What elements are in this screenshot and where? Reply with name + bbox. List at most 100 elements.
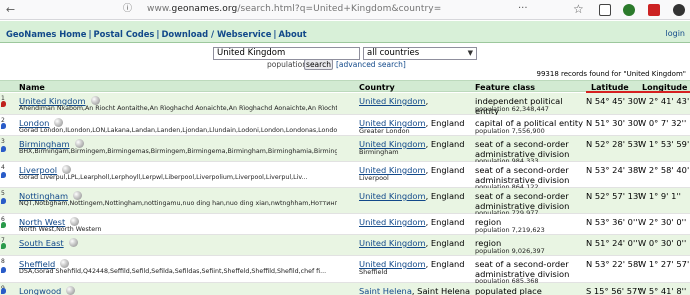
map-marker-icon[interactable] (1, 101, 6, 107)
country-select[interactable]: all countries ▼ (363, 47, 477, 60)
longitude-value: W 5° 41' 8'' (638, 286, 687, 295)
country-link[interactable]: United Kingdom (359, 96, 426, 106)
latitude-value: N 54° 45' 30'' (586, 96, 643, 106)
alternate-names: BHX,Birmingam,Birmingem,Birmingemas,Birm… (19, 148, 337, 155)
map-marker-icon[interactable] (1, 222, 6, 228)
photo-icon[interactable] (54, 118, 64, 127)
browser-toolbar: ← ⓘ www.geonames.org/search.html?q=Unite… (0, 0, 690, 20)
advanced-search-link[interactable]: [advanced search] (336, 60, 406, 69)
country-suffix: , England (425, 238, 465, 248)
row-number: 3 (1, 138, 5, 145)
search-input[interactable]: United Kingdom (213, 47, 360, 60)
extension-icon[interactable] (623, 4, 635, 16)
feature-class: seat of a second-order administrative di… (475, 191, 570, 211)
alternate-names: North West,North Western (19, 226, 102, 233)
country-link[interactable]: United Kingdom (359, 238, 426, 248)
nav-link-download[interactable]: Download / Webservice (161, 29, 271, 39)
photo-icon[interactable] (60, 259, 70, 268)
map-marker-icon[interactable] (1, 123, 6, 129)
photo-icon[interactable] (66, 286, 76, 295)
place-name-link[interactable]: Longwood (19, 286, 76, 295)
country-select-value: all countries (367, 48, 420, 58)
back-arrow-icon[interactable]: ← (4, 3, 17, 16)
row-number: 5 (1, 190, 5, 197)
country-suffix: , England (425, 217, 465, 227)
map-marker-icon[interactable] (1, 243, 6, 249)
country-suffix: , England (425, 118, 465, 128)
nav-link-home[interactable]: GeoNames Home (6, 29, 86, 39)
place-name: South East (19, 238, 64, 248)
alternate-names: NQT,Notbgham,Nottingem,Nottingham,nottin… (19, 200, 337, 207)
nav-link-about[interactable]: About (278, 29, 306, 39)
nav-separator: | (156, 29, 160, 39)
nav-link-postal-codes[interactable]: Postal Codes (94, 29, 155, 39)
population: population 7,219,623 (475, 226, 545, 234)
country-suffix: , (425, 96, 429, 106)
latitude-value: N 52° 57' 13'' (586, 191, 643, 201)
country-link[interactable]: United Kingdom (359, 191, 426, 201)
country-suffix: , England (425, 259, 465, 269)
extension-shield-icon[interactable] (648, 4, 660, 16)
longitude-value: W 1° 27' 57'' (638, 259, 690, 269)
table-row: 7 South East United Kingdom, England region… (0, 235, 690, 256)
map-marker-icon[interactable] (1, 267, 6, 273)
table-row: 6 North West North West,North Western Unite… (0, 214, 690, 235)
admin-division: Liverpool (359, 174, 389, 182)
country-link[interactable]: Saint Helena (359, 286, 412, 295)
nav-separator: | (273, 29, 277, 39)
photo-icon[interactable] (70, 217, 80, 226)
site-info-icon[interactable]: ⓘ (121, 3, 134, 16)
table-row: 4 Liverpool Gorad Liverpul,LPL,Learpholl,L… (0, 162, 690, 191)
extension-icon[interactable] (599, 4, 611, 16)
country-link[interactable]: United Kingdom (359, 217, 426, 227)
table-row: 9LongwoodSaint Helena, Saint Helenapopul… (0, 283, 690, 295)
population: population 9,026,397 (475, 247, 545, 255)
country-cell: United Kingdom, (359, 96, 428, 106)
longitude-value: W 2° 41' 43'' (638, 96, 690, 106)
photo-icon[interactable] (73, 191, 83, 200)
table-row: 5 Nottingham NQT,Notbgham,Nottingem,Nottin… (0, 188, 690, 217)
feature-class: seat of a second-order administrative di… (475, 139, 570, 159)
table-row: 8 Sheffield DSA,Gorad Shehfild,Q42448,Seff… (0, 256, 690, 285)
nav-links: GeoNames Home | Postal Codes | Download / We… (6, 29, 307, 39)
map-marker-icon[interactable] (1, 172, 6, 178)
admin-division: Greater London (359, 127, 410, 135)
map-marker-icon[interactable] (1, 146, 6, 152)
photo-icon[interactable] (62, 165, 72, 174)
latitude-value: N 52° 28' 53'' (586, 139, 643, 149)
country-cell: United Kingdom, England (359, 238, 465, 248)
country-cell: United Kingdom, England (359, 191, 465, 201)
photo-icon[interactable] (74, 139, 84, 148)
login-link[interactable]: login (666, 29, 686, 38)
population: population 7,556,900 (475, 127, 545, 135)
bookmark-star-icon[interactable]: ☆ (573, 2, 584, 16)
map-marker-icon[interactable] (1, 198, 6, 204)
page-actions-icon[interactable]: ··· (518, 3, 528, 14)
address-bar[interactable]: www.geonames.org/search.html?q=United+Ki… (147, 4, 441, 14)
country-suffix: , Saint Helena (411, 286, 471, 295)
column-header-country: Country (359, 83, 395, 92)
table-row: 2 London Gorad London,ILondon,LON,Lakana,L… (0, 115, 690, 136)
search-button[interactable]: search (304, 59, 333, 70)
extension-icon[interactable] (673, 4, 685, 16)
latitude-value: N 51° 30' 30'' (586, 118, 643, 128)
row-number: 4 (1, 164, 5, 171)
latitude-value: N 53° 24' 38'' (586, 165, 643, 175)
longitude-value: W 1° 53' 59'' (638, 139, 690, 149)
map-marker-icon[interactable] (1, 288, 6, 294)
country-cell: United Kingdom, England (359, 217, 465, 227)
latitude-value: N 53° 36' 0'' (586, 217, 638, 227)
latitude-value: N 53° 22' 58'' (586, 259, 643, 269)
photo-icon[interactable] (68, 238, 78, 247)
url-host: geonames.org (171, 4, 238, 14)
longitude-value: W 2° 58' 40'' (638, 165, 690, 175)
latitude-value: S 15° 56' 57'' (586, 286, 642, 295)
longitude-value: W 0° 7' 32'' (638, 118, 687, 128)
photo-icon[interactable] (90, 96, 100, 105)
place-name: Longwood (19, 286, 62, 295)
url-path: /search.html?q=United+Kingdom&country= (237, 4, 442, 14)
table-row: 3 Birmingham BHX,Birmingam,Birmingem,Birmi… (0, 136, 690, 165)
row-number: 8 (1, 258, 5, 265)
place-name-link[interactable]: South East (19, 238, 78, 248)
admin-division: Sheffield (359, 268, 388, 276)
